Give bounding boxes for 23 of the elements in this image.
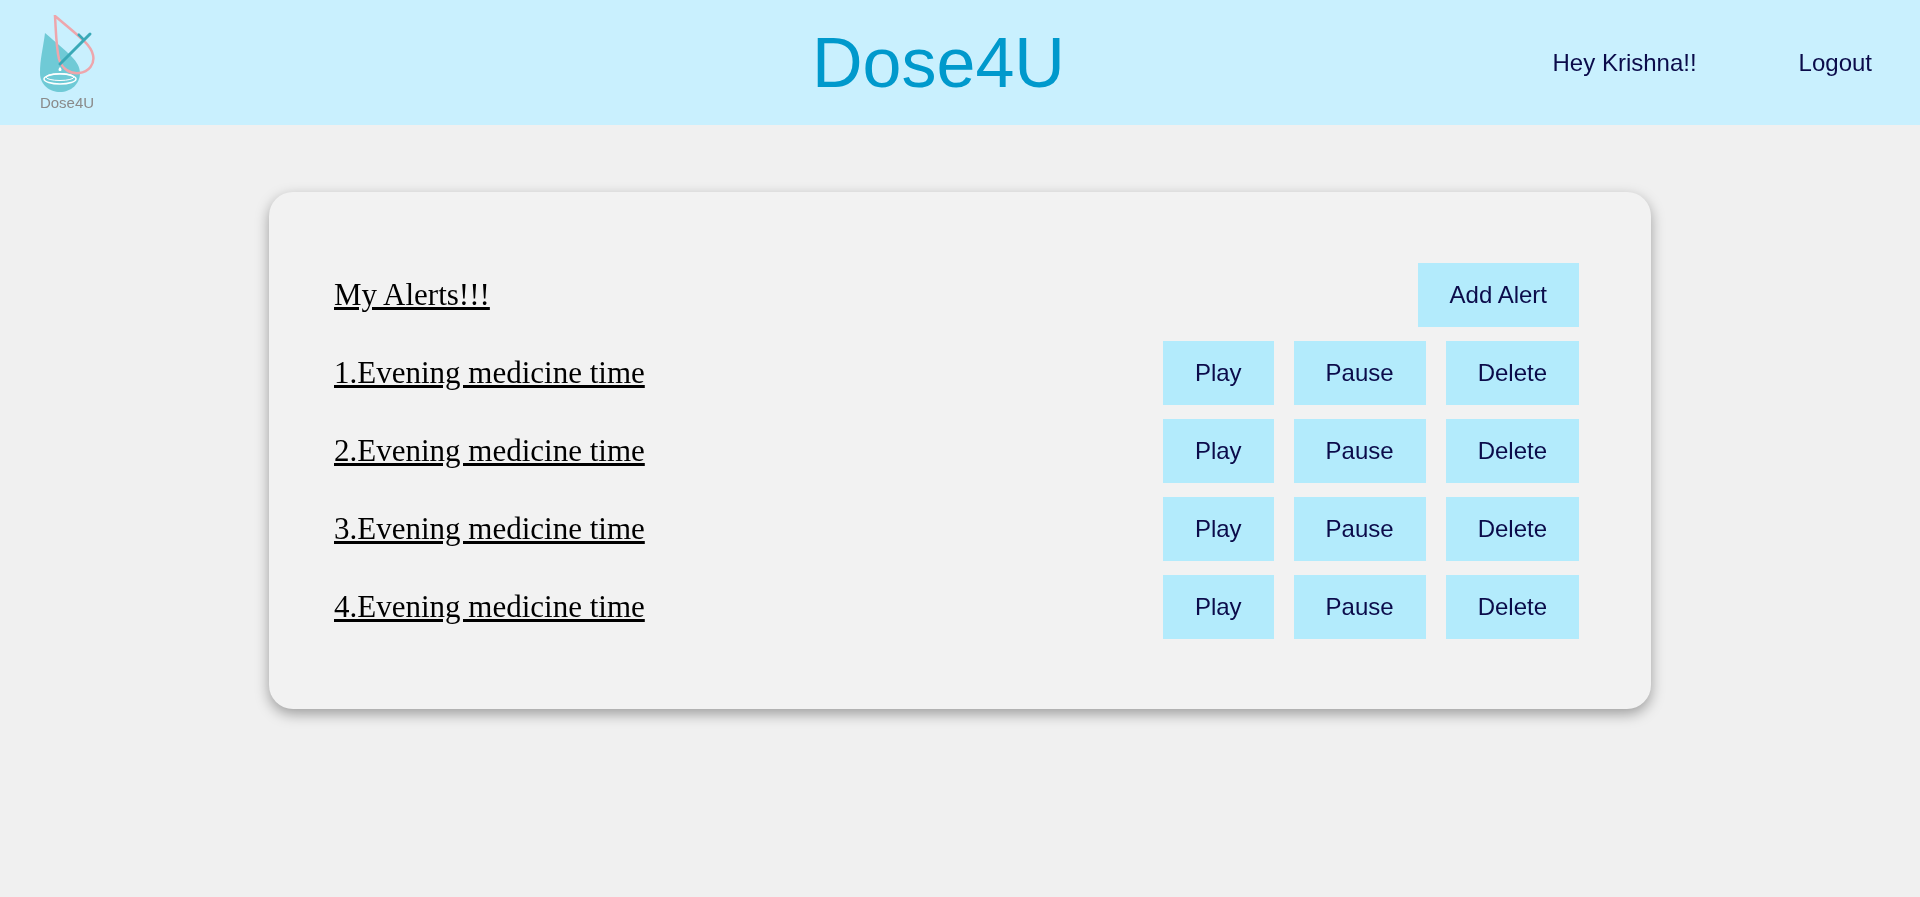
delete-button[interactable]: Delete: [1445, 341, 1579, 405]
play-button[interactable]: Play: [1162, 419, 1274, 483]
logo-icon: [38, 14, 96, 94]
alerts-heading: My Alerts!!!: [334, 277, 490, 313]
pause-button[interactable]: Pause: [1293, 497, 1426, 561]
alert-title: 1.Evening medicine time: [334, 355, 645, 391]
play-button[interactable]: Play: [1162, 575, 1274, 639]
play-button[interactable]: Play: [1162, 341, 1274, 405]
pause-button[interactable]: Pause: [1293, 575, 1426, 639]
add-alert-button[interactable]: Add Alert: [1417, 263, 1579, 327]
play-button[interactable]: Play: [1162, 497, 1274, 561]
app-title: Dose4U: [812, 22, 1065, 103]
delete-button[interactable]: Delete: [1445, 419, 1579, 483]
pause-button[interactable]: Pause: [1293, 341, 1426, 405]
logo-caption: Dose4U: [39, 94, 95, 111]
alert-title: 2.Evening medicine time: [334, 433, 645, 469]
delete-button[interactable]: Delete: [1445, 575, 1579, 639]
greeting-text: Hey Krishna!!: [1552, 47, 1697, 78]
delete-button[interactable]: Delete: [1445, 497, 1579, 561]
alert-title: 4.Evening medicine time: [334, 589, 645, 625]
pause-button[interactable]: Pause: [1293, 419, 1426, 483]
alert-title: 3.Evening medicine time: [334, 511, 645, 547]
logout-link[interactable]: Logout: [1798, 44, 1872, 81]
